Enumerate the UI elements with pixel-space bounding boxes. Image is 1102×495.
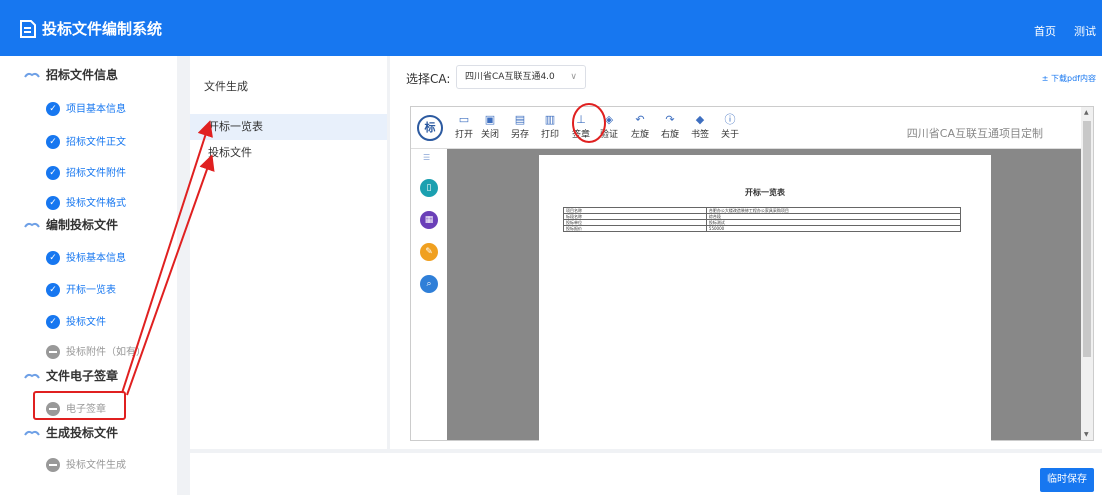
ca-select-value: 四川省CA互联互通4.0: [465, 72, 555, 82]
download-pdf-link[interactable]: ± 下载pdf内容: [1042, 73, 1096, 84]
table-row: 投标报价 550000: [563, 225, 962, 232]
document-table: 项目名称 合肥办公大楼改造装修工程办公家具采购项目 标段名称 综合段 投标单位 投标测…: [563, 207, 962, 232]
nav-user-link[interactable]: 测试: [1074, 23, 1096, 39]
file-list-item-opening-list[interactable]: 开标一览表: [190, 114, 387, 140]
print-icon: ▥: [544, 113, 556, 126]
page-icon[interactable]: ▯: [420, 179, 438, 197]
folder-icon: ▭: [458, 113, 470, 126]
check-icon: ✓: [46, 135, 60, 149]
viewer-logo: 标: [417, 115, 443, 141]
rotate-right-icon: ↷: [665, 113, 675, 126]
sidebar-item-bid-format[interactable]: ✓ 投标文件格式: [46, 194, 126, 210]
sidebar-item-tender-attachments[interactable]: ✓ 招标文件附件: [46, 164, 126, 180]
pending-icon: [46, 345, 60, 359]
sidebar-section-compile-bid[interactable]: 编制投标文件: [24, 216, 118, 234]
toolbar-verify-button[interactable]: ◈ 验证: [596, 113, 622, 140]
document-canvas: 开标一览表 项目名称 合肥办公大楼改造装修工程办公家具采购项目 标段名称 综合段 投…: [447, 149, 1083, 441]
file-list-panel: 文件生成 开标一览表 投标文件: [190, 56, 387, 449]
toolbar-print-button[interactable]: ▥ 打印: [537, 113, 563, 140]
toolbar-bookmark-button[interactable]: ◆ 书签: [687, 113, 713, 140]
ca-select[interactable]: 四川省CA互联互通4.0 ∨: [456, 65, 586, 89]
document-page: 开标一览表 项目名称 合肥办公大楼改造装修工程办公家具采购项目 标段名称 综合段 投…: [539, 155, 991, 441]
handshake-icon: [24, 72, 40, 78]
thumbnail-toggle-icon[interactable]: ☰: [423, 153, 430, 162]
toolbar-rotate-left-button[interactable]: ↶ 左旋: [627, 113, 653, 140]
viewer-toolbar: 标 ▭ 打开 ▣ 关闭 ▤ 另存 ▥ 打印 ⊥ 签章 ◈ 验证 ↶ 左旋 ↷ 右旋 ◆ 书签 ⓘ 关…: [411, 107, 1083, 149]
sidebar-item-generate-bid-file[interactable]: 投标文件生成: [46, 456, 126, 472]
check-icon: ✓: [46, 283, 60, 297]
toolbar-rotate-right-button[interactable]: ↷ 右旋: [657, 113, 683, 140]
document-title: 开标一览表: [745, 188, 785, 197]
sidebar-section-e-signature[interactable]: 文件电子签章: [24, 367, 118, 385]
chevron-down-icon: ∨: [570, 72, 577, 82]
handshake-icon: [24, 222, 40, 228]
grid-icon[interactable]: ▦: [420, 211, 438, 229]
document-icon: [20, 20, 36, 38]
check-icon: ✓: [46, 102, 60, 116]
viewer-side-tools: ☰ ▯ ▦ ✎ ⌕: [411, 149, 447, 440]
file-list-heading: 文件生成: [204, 80, 248, 93]
sidebar-section-tender-info[interactable]: 招标文件信息: [24, 66, 118, 84]
ca-label: 选择CA:: [406, 72, 451, 86]
pen-icon[interactable]: ✎: [420, 243, 438, 261]
nav-home-link[interactable]: 首页: [1034, 23, 1056, 39]
sidebar: 招标文件信息 ✓ 项目基本信息 ✓ 招标文件正文 ✓ 招标文件附件 ✓ 投标文件格式 编…: [0, 56, 177, 495]
toolbar-about-button[interactable]: ⓘ 关于: [717, 113, 743, 140]
pending-icon: [46, 402, 60, 416]
sidebar-item-tender-body[interactable]: ✓ 招标文件正文: [46, 133, 126, 149]
info-icon: ⓘ: [724, 113, 736, 126]
check-icon: ✓: [46, 196, 60, 210]
file-list-item-bid-document[interactable]: 投标文件: [190, 140, 387, 166]
top-bar: 投标文件编制系统 首页 测试: [0, 0, 1102, 56]
scroll-up-icon[interactable]: ▲: [1084, 109, 1089, 116]
check-icon: ✓: [46, 315, 60, 329]
viewer-scrollbar[interactable]: ▲ ▼: [1081, 107, 1093, 440]
stamp-icon: ⊥: [576, 113, 586, 126]
sidebar-section-generate-bid[interactable]: 生成投标文件: [24, 424, 118, 442]
pdf-viewer: 标 ▭ 打开 ▣ 关闭 ▤ 另存 ▥ 打印 ⊥ 签章 ◈ 验证 ↶ 左旋 ↷ 右旋 ◆ 书签 ⓘ 关…: [410, 106, 1094, 441]
scroll-down-icon[interactable]: ▼: [1084, 431, 1089, 438]
sidebar-item-bid-document[interactable]: ✓ 投标文件: [46, 313, 106, 329]
pending-icon: [46, 458, 60, 472]
toolbar-close-button[interactable]: ▣ 关闭: [477, 113, 503, 140]
viewer-title: 四川省CA互联互通项目定制: [906, 127, 1043, 140]
shield-icon: ◈: [604, 113, 614, 126]
rotate-left-icon: ↶: [635, 113, 645, 126]
close-doc-icon: ▣: [484, 113, 496, 126]
toolbar-open-button[interactable]: ▭ 打开: [451, 113, 477, 140]
search-icon[interactable]: ⌕: [420, 275, 438, 293]
toolbar-stamp-button[interactable]: ⊥ 签章: [568, 113, 594, 140]
app-title: 投标文件编制系统: [42, 20, 163, 38]
sidebar-item-e-signature[interactable]: 电子签章: [46, 400, 106, 416]
handshake-icon: [24, 430, 40, 436]
footer-bar: 临时保存: [190, 453, 1102, 495]
scrollbar-thumb[interactable]: [1083, 121, 1091, 357]
save-icon: ▤: [514, 113, 526, 126]
check-icon: ✓: [46, 251, 60, 265]
sidebar-item-opening-list[interactable]: ✓ 开标一览表: [46, 281, 116, 297]
check-icon: ✓: [46, 166, 60, 180]
sidebar-item-bid-basic-info[interactable]: ✓ 投标基本信息: [46, 249, 126, 265]
toolbar-saveas-button[interactable]: ▤ 另存: [507, 113, 533, 140]
temp-save-button[interactable]: 临时保存: [1040, 468, 1094, 492]
bookmark-icon: ◆: [695, 113, 705, 126]
main-panel: 选择CA: 四川省CA互联互通4.0 ∨ ± 下载pdf内容 标 ▭ 打开 ▣ 关闭…: [390, 56, 1102, 449]
handshake-icon: [24, 373, 40, 379]
sidebar-item-project-info[interactable]: ✓ 项目基本信息: [46, 100, 126, 116]
sidebar-item-bid-attachments[interactable]: 投标附件（如有）: [46, 343, 146, 359]
